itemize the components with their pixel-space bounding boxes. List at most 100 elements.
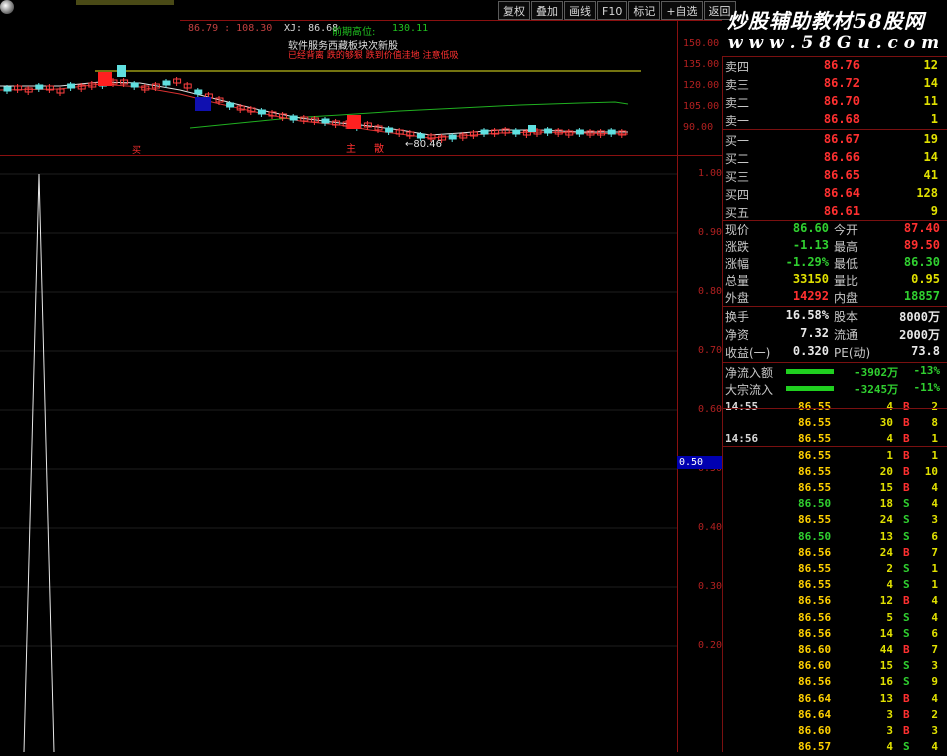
indicator-gridlines <box>0 173 677 647</box>
panel-divider <box>722 129 947 130</box>
tick-row: 86.55 24 S 3 <box>722 513 944 529</box>
ind-tick-080: 0.80 <box>698 286 723 297</box>
tick-price: 86.55 <box>798 562 832 575</box>
tick-volume: 30 <box>879 416 893 430</box>
tick-row: 86.55 2 S 1 <box>722 562 944 578</box>
order-price: 86.61 <box>823 204 860 218</box>
flow-bar <box>786 369 834 374</box>
tick-volume: 4 <box>886 578 893 592</box>
tick-row: 86.56 14 S 6 <box>722 627 944 643</box>
flow-pct: -11% <box>913 381 941 394</box>
stat-value: 86.60 <box>792 221 829 235</box>
flow-label: 净流入额 <box>725 366 774 380</box>
tick-volume: 5 <box>886 610 893 624</box>
tick-side: S <box>903 610 910 624</box>
flow-row: 净流入额 -3902万 -13% <box>722 364 944 380</box>
tick-volume: 18 <box>879 497 893 511</box>
draw-line-button[interactable]: 画线 <box>564 1 596 20</box>
order-book-row[interactable]: 卖三 86.72 14 <box>722 76 942 92</box>
tick-price: 86.56 <box>798 675 832 689</box>
tick-price: 86.60 <box>798 724 832 737</box>
flow-row: 大宗流入 -3245万 -11% <box>722 381 944 397</box>
candle <box>300 115 309 124</box>
order-book-row[interactable]: 买三 86.65 41 <box>722 168 942 184</box>
candle <box>173 77 182 86</box>
ind-tick-070: 0.70 <box>698 345 723 356</box>
stat-value-2: 73.8 <box>911 344 940 358</box>
tick-price: 86.50 <box>798 529 832 543</box>
order-label: 买三 <box>725 170 750 184</box>
tick-time: 14:55 <box>725 400 759 413</box>
ind-tick-090: 0.90 <box>698 227 723 238</box>
order-label: 买二 <box>725 152 750 166</box>
tick-volume: 4 <box>886 432 893 446</box>
order-book-row[interactable]: 买二 86.66 14 <box>722 150 942 166</box>
tick-count: 1 <box>931 562 938 575</box>
order-label: 买四 <box>725 188 750 202</box>
tick-price: 86.55 <box>798 448 832 462</box>
stat-label-2: 内盘 <box>834 291 859 305</box>
tick-row: 86.50 18 S 4 <box>722 497 944 513</box>
tick-side: B <box>903 448 910 462</box>
mark-button[interactable]: 标记 <box>628 1 661 20</box>
ind-tick-100: 1.00 <box>698 168 723 179</box>
panel-divider <box>722 306 947 307</box>
tick-price: 86.55 <box>798 416 832 430</box>
f10-button[interactable]: F10 <box>597 1 628 20</box>
stat-value: 7.32 <box>800 326 829 340</box>
kline-tick-120: 120.00 <box>683 80 720 91</box>
tick-price: 86.56 <box>798 626 832 640</box>
panel-divider <box>722 446 947 447</box>
stat-label: 总量 <box>725 274 750 288</box>
tick-volume: 3 <box>886 707 893 721</box>
add-watchlist-button[interactable]: +自选 <box>661 1 703 20</box>
stat-row: 总量 33150 量比 0.95 <box>722 272 944 288</box>
order-book-row[interactable]: 买四 86.64 128 <box>722 186 942 202</box>
stat-label-2: 今开 <box>834 223 859 237</box>
candle <box>332 119 341 128</box>
tick-side: S <box>903 626 910 640</box>
tick-count: 4 <box>931 497 938 511</box>
order-price: 86.76 <box>823 58 860 72</box>
stat-label: 换手 <box>725 310 750 324</box>
candle <box>183 82 192 91</box>
highlight-candle <box>195 97 211 111</box>
candle <box>279 112 288 121</box>
indicator-chart <box>0 173 677 752</box>
overlay-button[interactable]: 叠加 <box>531 1 563 20</box>
order-book-row[interactable]: 卖一 86.68 1 <box>722 112 942 128</box>
kline-axis-line <box>677 20 678 156</box>
restore-rights-button[interactable]: 复权 <box>498 1 530 20</box>
order-book-row[interactable]: 卖四 86.76 12 <box>722 58 942 74</box>
flow-value: -3902万 <box>854 366 899 379</box>
toolbar: 复权 叠加 画线 F10 标记 +自选 返回 <box>498 1 737 21</box>
stat-value-2: 86.30 <box>903 255 940 269</box>
title-blur <box>76 0 174 5</box>
tick-price: 86.55 <box>798 400 832 413</box>
tick-count: 3 <box>931 724 938 737</box>
stat-value: 14292 <box>792 289 829 303</box>
tick-side: B <box>903 481 910 494</box>
tick-side: B <box>903 432 910 446</box>
stat-label-2: 股本 <box>834 310 859 324</box>
tick-time: 14:56 <box>725 432 759 446</box>
candle <box>565 129 574 138</box>
order-book-row[interactable]: 买一 86.67 19 <box>722 132 942 148</box>
order-price: 86.66 <box>823 150 860 164</box>
stat-value-2: 89.50 <box>903 238 940 252</box>
stat-label-2: PE(动) <box>834 346 871 360</box>
tick-volume: 4 <box>886 400 893 413</box>
highlight-candle <box>117 65 126 77</box>
tick-price: 86.50 <box>798 497 832 511</box>
tick-side: B <box>903 594 910 608</box>
order-book-row[interactable]: 买五 86.61 9 <box>722 204 942 220</box>
tick-price: 86.55 <box>798 464 832 478</box>
flow-label: 大宗流入 <box>725 383 774 397</box>
tick-row: 86.55 1 B 1 <box>722 449 944 465</box>
order-volume: 14 <box>923 150 938 164</box>
ind-tick-040: 0.40 <box>698 522 723 533</box>
candle <box>544 127 553 136</box>
order-book-row[interactable]: 卖二 86.70 11 <box>722 94 942 110</box>
stat-row: 换手 16.58% 股本 8000万 <box>722 308 944 324</box>
kline-tick-135: 135.00 <box>683 59 720 70</box>
